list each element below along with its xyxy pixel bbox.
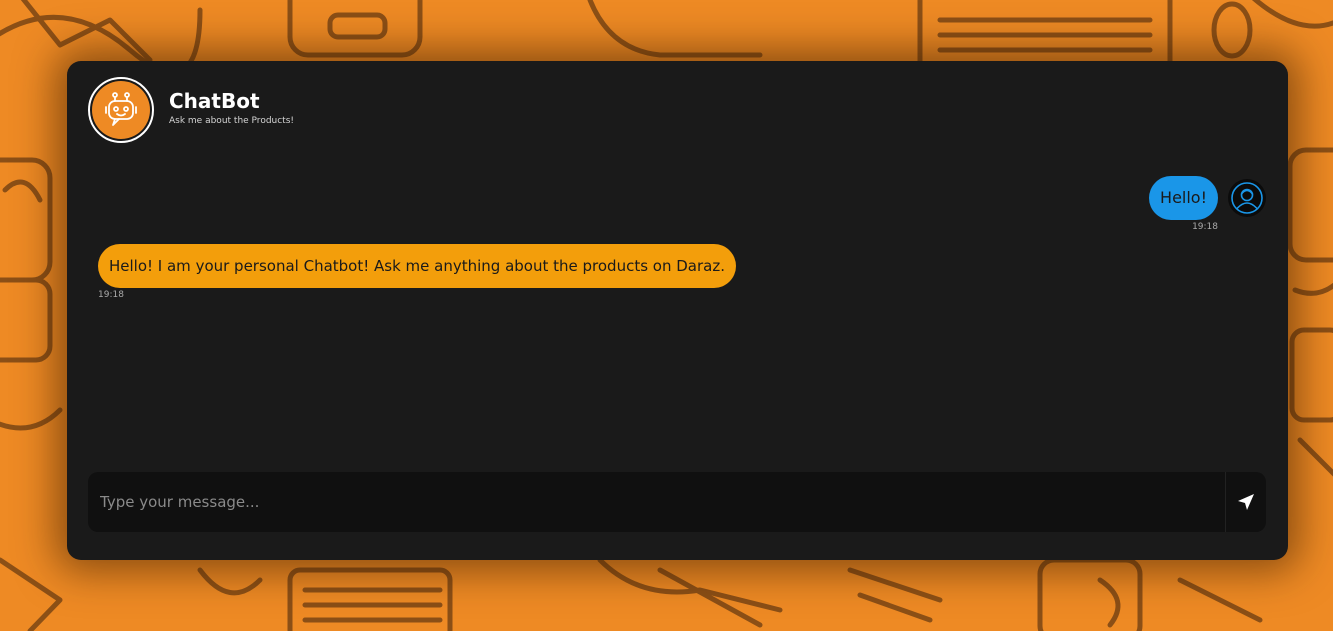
user-message-bubble: Hello! (1149, 176, 1218, 220)
chat-window: ChatBot Ask me about the Products! Hello… (67, 61, 1288, 560)
message-composer (88, 472, 1266, 532)
robot-icon (105, 92, 137, 126)
user-avatar-icon (1231, 182, 1263, 214)
bot-message-bubble: Hello! I am your personal Chatbot! Ask m… (98, 244, 736, 288)
bot-avatar (88, 77, 154, 143)
bot-avatar-circle (92, 81, 150, 139)
chat-header: ChatBot Ask me about the Products! (88, 75, 294, 145)
user-message-time: 19:18 (1192, 222, 1218, 232)
bot-message-time: 19:18 (98, 290, 124, 300)
chat-subtitle: Ask me about the Products! (169, 115, 295, 126)
user-avatar (1228, 179, 1266, 217)
send-button[interactable] (1225, 472, 1266, 532)
user-message: Hello! (1149, 176, 1266, 220)
send-arrow-icon (1238, 494, 1254, 510)
chat-title: ChatBot (169, 88, 260, 113)
header-text: ChatBot Ask me about the Products! (169, 89, 294, 126)
message-input[interactable] (88, 472, 1225, 532)
